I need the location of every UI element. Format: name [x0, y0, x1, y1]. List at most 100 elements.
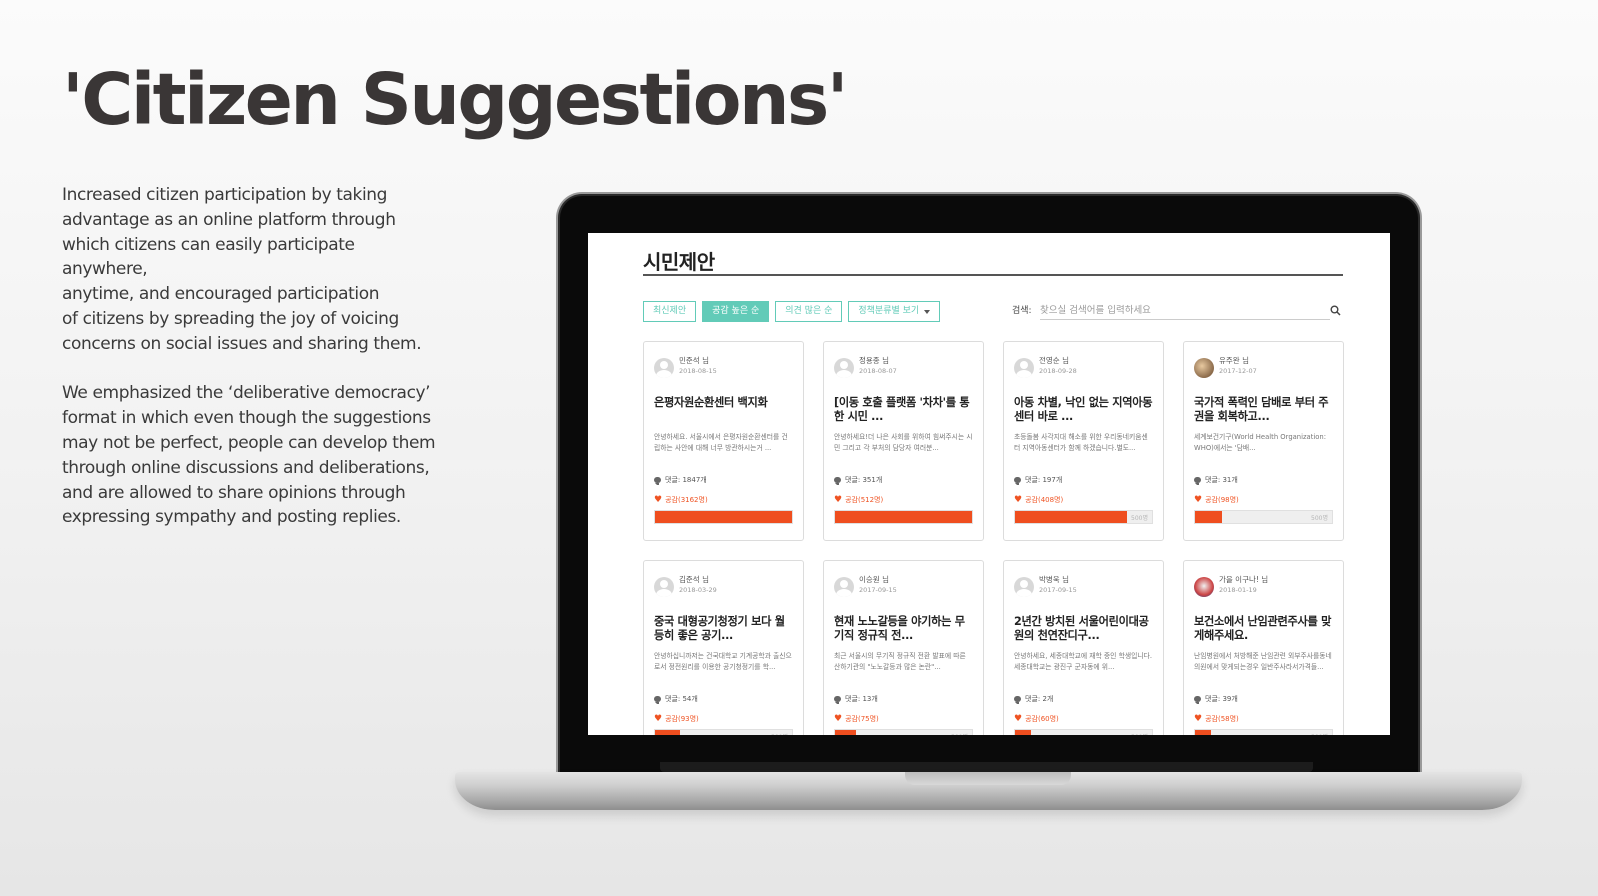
- author-name: 가을 이구나! 님: [1219, 575, 1269, 584]
- card-excerpt: 초등돌봄 사각지대 해소를 위한 우리동네키움센터 지역아동센터가 함께 하겠습…: [1014, 433, 1148, 452]
- card-excerpt: 안녕하십니까저는 건국대학교 기계공학과 출신으로서 정전원리를 이용한 공기청…: [654, 652, 792, 671]
- comment-count: 댓글: 351개: [834, 475, 973, 485]
- comment-count-label: 댓글: 197개: [1025, 476, 1063, 484]
- sympathy-label: 공감(512명): [845, 496, 884, 504]
- site-title: 시민제안: [643, 250, 715, 274]
- search-icon[interactable]: [1330, 305, 1341, 316]
- post-date: 2018-08-07: [859, 367, 897, 375]
- card-title: 국가적 폭력인 담배로 부터 주권을 회복하고...: [1194, 396, 1329, 423]
- card-title: 중국 대형공기청정기 보다 월등히 좋은 공기...: [654, 615, 785, 642]
- sympathy-label: 공감(75명): [845, 715, 879, 723]
- filter-category-dropdown[interactable]: 정책분류별 보기: [848, 301, 941, 322]
- heart-icon: ♥: [1014, 494, 1023, 505]
- author-row: 전영순 님 2018-09-28: [1014, 352, 1153, 380]
- author-name: 전영순 님: [1039, 356, 1069, 365]
- heart-icon: ♥: [834, 713, 843, 724]
- caret-down-icon: [924, 309, 931, 314]
- sympathy-label: 공감(3162명): [665, 496, 708, 504]
- author-name: 정용종 님: [859, 356, 889, 365]
- comment-icon: [1014, 696, 1021, 704]
- progress-fill: [655, 730, 681, 735]
- card-title: 현재 노노갈등을 야기하는 무기직 정규직 전...: [834, 615, 965, 642]
- avatar: [654, 577, 674, 597]
- post-date: 2017-09-15: [1039, 586, 1077, 594]
- comment-count: 댓글: 13개: [834, 694, 973, 704]
- sympathy-count: ♥ 공감(60명): [1014, 714, 1153, 724]
- post-date: 2018-09-28: [1039, 367, 1077, 375]
- sympathy-progress-bar: 500명: [834, 729, 973, 735]
- comment-count: 댓글: 31개: [1194, 475, 1333, 485]
- search-input[interactable]: [1040, 301, 1330, 320]
- sympathy-progress-bar: [834, 510, 973, 524]
- filter-latest-button[interactable]: 최신제안: [643, 301, 697, 322]
- post-date: 2017-09-15: [859, 586, 897, 594]
- card-title: 2년간 방치된 서울어린이대공원의 천연잔디구...: [1014, 615, 1149, 642]
- filter-label: 의견 많은 순: [785, 306, 833, 316]
- sympathy-label: 공감(60명): [1025, 715, 1059, 723]
- suggestion-card[interactable]: 가을 이구나! 님 2018-01-19 보건소에서 난임관련주사를 맞게해주세…: [1183, 560, 1344, 735]
- sympathy-progress-bar: 500명: [1014, 729, 1153, 735]
- sympathy-count: ♥ 공감(98명): [1194, 495, 1333, 505]
- suggestion-card[interactable]: 김준석 님 2018-03-29 중국 대형공기청정기 보다 월등히 좋은 공기…: [643, 560, 804, 735]
- comment-count: 댓글: 39개: [1194, 694, 1333, 704]
- author-meta: 이승원 님 2017-09-15: [859, 575, 897, 595]
- author-name: 박병욱 님: [1039, 575, 1069, 584]
- avatar: [1194, 358, 1214, 378]
- author-row: 박병욱 님 2017-09-15: [1014, 571, 1153, 599]
- card-title: 아동 차별, 낙인 없는 지역아동센터 바로 ...: [1014, 396, 1153, 423]
- author-row: 민준석 님 2018-08-15: [654, 352, 793, 380]
- progress-fill: [1195, 730, 1211, 735]
- sympathy-progress-bar: [654, 510, 793, 524]
- filter-label: 최신제안: [653, 306, 687, 316]
- description-paragraph-1: Increased citizen participation by takin…: [62, 185, 422, 354]
- sympathy-progress-bar: 500명: [1014, 510, 1153, 524]
- card-excerpt: 안녕하세요, 세종대학교에 재학 중인 학생입니다. 세종대학교는 광진구 군자…: [1014, 652, 1153, 671]
- card-excerpt: 안녕하세요. 서울시에서 은평자원순환센터를 건립하는 사안에 대해 너무 방관…: [654, 433, 788, 452]
- sympathy-count: ♥ 공감(75명): [834, 714, 973, 724]
- filter-sympathy-button[interactable]: 공감 높은 순: [702, 301, 770, 322]
- comment-count: 댓글: 2개: [1014, 694, 1153, 704]
- sympathy-count: ♥ 공감(58명): [1194, 714, 1333, 724]
- sympathy-label: 공감(58명): [1205, 715, 1239, 723]
- comment-count: 댓글: 197개: [1014, 475, 1153, 485]
- suggestion-card[interactable]: 정용종 님 2018-08-07 [이동 호출 플랫폼 '차차'를 통한 시민 …: [823, 341, 984, 541]
- suggestion-card[interactable]: 민준석 님 2018-08-15 은평자원순환센터 백지화 안녕하세요. 서울시…: [643, 341, 804, 541]
- suggestion-card[interactable]: 유주완 님 2017-12-07 국가적 폭력인 담배로 부터 주권을 회복하고…: [1183, 341, 1344, 541]
- progress-fill: [835, 730, 856, 735]
- comment-icon: [654, 477, 661, 485]
- laptop-hinge: [660, 762, 1313, 772]
- comment-icon: [654, 696, 661, 704]
- sort-filters: 최신제안 공감 높은 순 의견 많은 순 정책분류별 보기: [643, 301, 941, 322]
- sympathy-count: ♥ 공감(3162명): [654, 495, 793, 505]
- heart-icon: ♥: [654, 713, 663, 724]
- suggestion-card[interactable]: 전영순 님 2018-09-28 아동 차별, 낙인 없는 지역아동센터 바로 …: [1003, 341, 1164, 541]
- author-meta: 김준석 님 2018-03-29: [679, 575, 717, 595]
- card-excerpt: 난임병원에서 처방해준 난임관련 외부주사를동네의원에서 맞게되는경우 일반주사…: [1194, 652, 1332, 671]
- comment-icon: [1014, 477, 1021, 485]
- heart-icon: ♥: [1194, 713, 1203, 724]
- avatar: [1014, 577, 1034, 597]
- comment-count-label: 댓글: 39개: [1205, 695, 1238, 703]
- heart-icon: ♥: [1194, 494, 1203, 505]
- title-divider: [643, 274, 1343, 276]
- author-meta: 가을 이구나! 님 2018-01-19: [1219, 575, 1268, 595]
- suggestion-card[interactable]: 이승원 님 2017-09-15 현재 노노갈등을 야기하는 무기직 정규직 전…: [823, 560, 984, 735]
- card-title: [이동 호출 플랫폼 '차차'를 통한 시민 ...: [834, 396, 970, 423]
- suggestion-grid: 민준석 님 2018-08-15 은평자원순환센터 백지화 안녕하세요. 서울시…: [643, 341, 1344, 735]
- progress-max-label: 500명: [1311, 515, 1328, 522]
- author-name: 김준석 님: [679, 575, 709, 584]
- author-name: 유주완 님: [1219, 356, 1249, 365]
- suggestion-card[interactable]: 박병욱 님 2017-09-15 2년간 방치된 서울어린이대공원의 천연잔디구…: [1003, 560, 1164, 735]
- comment-count-label: 댓글: 31개: [1205, 476, 1238, 484]
- author-meta: 정용종 님 2018-08-07: [859, 356, 897, 376]
- post-date: 2018-03-29: [679, 586, 717, 594]
- filter-opinions-button[interactable]: 의견 많은 순: [775, 301, 843, 322]
- author-name: 이승원 님: [859, 575, 889, 584]
- avatar: [1014, 358, 1034, 378]
- comment-count-label: 댓글: 351개: [845, 476, 883, 484]
- progress-max-label: 500명: [1131, 732, 1148, 735]
- filter-label: 정책분류별 보기: [858, 306, 920, 316]
- progress-fill: [1195, 511, 1222, 523]
- card-title: 은평자원순환센터 백지화: [654, 396, 768, 409]
- progress-max-label: 500명: [1131, 515, 1148, 522]
